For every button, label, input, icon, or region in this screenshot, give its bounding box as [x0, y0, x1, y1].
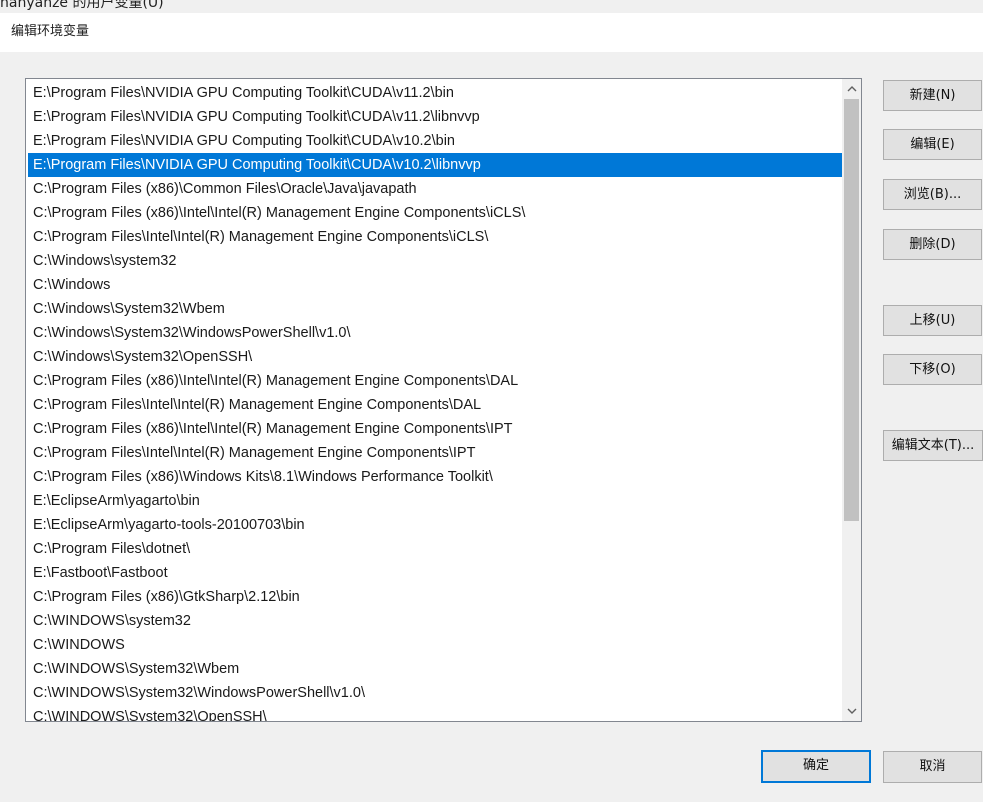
cancel-button[interactable]: 取消: [883, 751, 982, 783]
browse-button[interactable]: 浏览(B)...: [883, 179, 982, 210]
delete-button[interactable]: 删除(D): [883, 229, 982, 260]
path-list-rows: E:\Program Files\NVIDIA GPU Computing To…: [28, 81, 842, 721]
path-list-item[interactable]: C:\Program Files\Intel\Intel(R) Manageme…: [28, 225, 842, 249]
path-list-item[interactable]: E:\EclipseArm\yagarto-tools-20100703\bin: [28, 513, 842, 537]
path-list-item[interactable]: C:\WINDOWS: [28, 633, 842, 657]
path-list-item[interactable]: C:\WINDOWS\System32\WindowsPowerShell\v1…: [28, 681, 842, 705]
dialog-titlebar: 编辑环境变量: [0, 13, 983, 52]
path-list-item[interactable]: C:\Program Files\Intel\Intel(R) Manageme…: [28, 441, 842, 465]
path-list-item[interactable]: E:\EclipseArm\yagarto\bin: [28, 489, 842, 513]
path-list-item[interactable]: C:\Windows\System32\WindowsPowerShell\v1…: [28, 321, 842, 345]
move-down-button[interactable]: 下移(O): [883, 354, 982, 385]
path-list-item[interactable]: E:\Fastboot\Fastboot: [28, 561, 842, 585]
parent-window-title: hanyanze 的用户变量(U): [0, 0, 164, 11]
path-list-item[interactable]: E:\Program Files\NVIDIA GPU Computing To…: [28, 81, 842, 105]
path-list-item[interactable]: C:\Windows\System32\Wbem: [28, 297, 842, 321]
vertical-scrollbar[interactable]: [842, 79, 861, 721]
path-list-item[interactable]: E:\Program Files\NVIDIA GPU Computing To…: [28, 129, 842, 153]
path-list-item[interactable]: E:\Program Files\NVIDIA GPU Computing To…: [28, 105, 842, 129]
path-list-item[interactable]: C:\Windows: [28, 273, 842, 297]
dialog-title: 编辑环境变量: [11, 24, 90, 39]
path-list-item[interactable]: C:\Windows\System32\OpenSSH\: [28, 345, 842, 369]
path-list-item[interactable]: C:\Program Files (x86)\Common Files\Orac…: [28, 177, 842, 201]
path-list-item[interactable]: C:\WINDOWS\system32: [28, 609, 842, 633]
scroll-thumb[interactable]: [844, 99, 859, 521]
new-button[interactable]: 新建(N): [883, 80, 982, 111]
edit-text-button[interactable]: 编辑文本(T)...: [883, 430, 983, 461]
path-list[interactable]: E:\Program Files\NVIDIA GPU Computing To…: [25, 78, 862, 722]
scroll-down-arrow-icon[interactable]: [842, 701, 861, 721]
path-list-item[interactable]: C:\Program Files\Intel\Intel(R) Manageme…: [28, 393, 842, 417]
path-list-item[interactable]: C:\Program Files (x86)\Windows Kits\8.1\…: [28, 465, 842, 489]
path-list-item[interactable]: C:\WINDOWS\System32\OpenSSH\: [28, 705, 842, 721]
scroll-up-arrow-icon[interactable]: [842, 79, 861, 99]
path-list-item[interactable]: C:\Program Files (x86)\Intel\Intel(R) Ma…: [28, 369, 842, 393]
path-list-item[interactable]: C:\WINDOWS\System32\Wbem: [28, 657, 842, 681]
path-list-item[interactable]: C:\Program Files (x86)\Intel\Intel(R) Ma…: [28, 201, 842, 225]
path-list-item[interactable]: C:\Windows\system32: [28, 249, 842, 273]
path-list-item[interactable]: C:\Program Files (x86)\Intel\Intel(R) Ma…: [28, 417, 842, 441]
path-list-item[interactable]: C:\Program Files\dotnet\: [28, 537, 842, 561]
move-up-button[interactable]: 上移(U): [883, 305, 982, 336]
path-list-item[interactable]: E:\Program Files\NVIDIA GPU Computing To…: [28, 153, 842, 177]
edit-button[interactable]: 编辑(E): [883, 129, 982, 160]
path-list-item[interactable]: C:\Program Files (x86)\GtkSharp\2.12\bin: [28, 585, 842, 609]
ok-button[interactable]: 确定: [761, 750, 871, 783]
